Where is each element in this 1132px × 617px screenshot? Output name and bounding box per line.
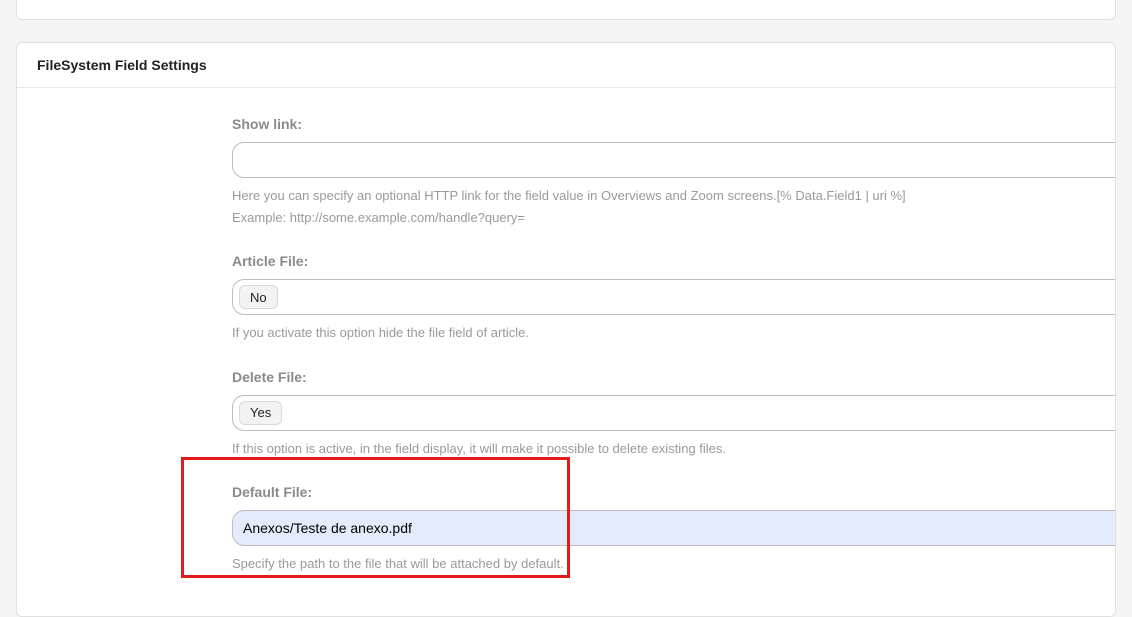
default-file-input[interactable] xyxy=(243,520,1105,536)
article-file-selected: No xyxy=(250,290,267,305)
default-file-control[interactable] xyxy=(232,510,1115,546)
field-default-file: Default File: Specify the path to the fi… xyxy=(17,484,1115,574)
show-link-label: Show link: xyxy=(232,116,1115,132)
show-link-control[interactable] xyxy=(232,142,1115,178)
panel-header: FileSystem Field Settings xyxy=(17,43,1115,88)
show-link-input[interactable] xyxy=(243,152,1105,168)
default-file-label: Default File: xyxy=(232,484,1115,500)
previous-panel-bottom xyxy=(16,0,1116,20)
field-delete-file: Delete File: Yes If this option is activ… xyxy=(17,369,1115,459)
field-article-file: Article File: No If you activate this op… xyxy=(17,253,1115,343)
delete-file-select[interactable]: Yes xyxy=(239,401,282,425)
article-file-control: No xyxy=(232,279,1115,315)
panel-body: Show link: Here you can specify an optio… xyxy=(17,88,1115,616)
panel-title: FileSystem Field Settings xyxy=(37,57,207,73)
default-file-help: Specify the path to the file that will b… xyxy=(232,554,1115,574)
show-link-help2: Example: http://some.example.com/handle?… xyxy=(232,208,1115,228)
delete-file-selected: Yes xyxy=(250,405,271,420)
field-show-link: Show link: Here you can specify an optio… xyxy=(17,116,1115,227)
show-link-help1: Here you can specify an optional HTTP li… xyxy=(232,186,1115,206)
filesystem-settings-panel: FileSystem Field Settings Show link: Her… xyxy=(16,42,1116,617)
article-file-help: If you activate this option hide the fil… xyxy=(232,323,1115,343)
article-file-label: Article File: xyxy=(232,253,1115,269)
delete-file-label: Delete File: xyxy=(232,369,1115,385)
delete-file-help: If this option is active, in the field d… xyxy=(232,439,1115,459)
article-file-select[interactable]: No xyxy=(239,285,278,309)
delete-file-control: Yes xyxy=(232,395,1115,431)
